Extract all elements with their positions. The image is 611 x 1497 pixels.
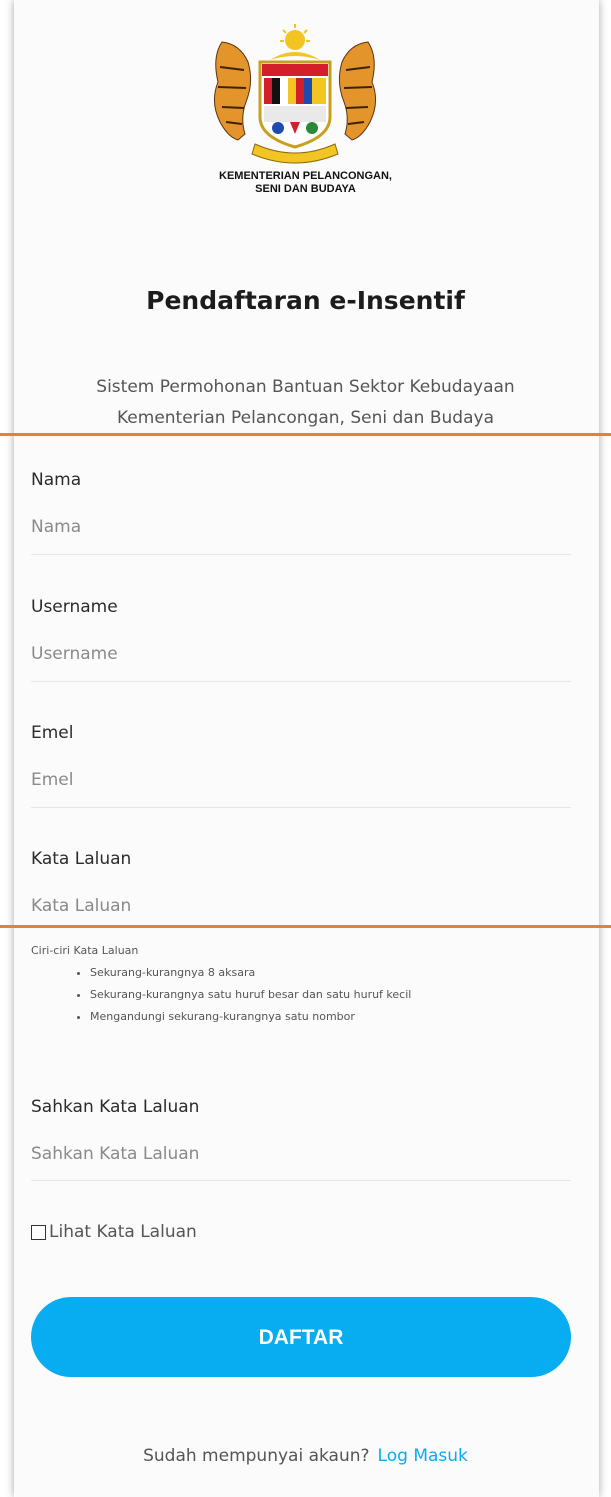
show-password-toggle[interactable]: Lihat Kata Laluan — [31, 1222, 197, 1242]
registration-card — [14, 0, 599, 1497]
page-subtitle: Sistem Permohonan Bantuan Sektor Kebuday… — [0, 372, 611, 434]
nama-underline — [31, 554, 571, 555]
nama-input[interactable] — [31, 510, 571, 544]
ministry-line2: SENI DAN BUDAYA — [255, 183, 356, 195]
password-rules-list: Sekurang-kurangnya 8 aksara Sekurang-kur… — [52, 962, 411, 1028]
highlight-line-bottom — [0, 925, 611, 928]
highlight-line-top — [0, 433, 611, 436]
sahkan-input[interactable] — [31, 1137, 571, 1171]
ministry-line1: KEMENTERIAN PELANCONGAN, — [219, 170, 392, 182]
password-rule: Sekurang-kurangnya satu huruf besar dan … — [90, 984, 411, 1006]
login-prompt-text: Sudah mempunyai akaun? — [143, 1446, 370, 1466]
malaysia-coat-of-arms-icon — [200, 22, 390, 167]
daftar-button[interactable]: DAFTAR — [31, 1297, 571, 1377]
nama-label: Nama — [31, 470, 82, 490]
emel-input[interactable] — [31, 763, 571, 797]
subtitle-line1: Sistem Permohonan Bantuan Sektor Kebuday… — [96, 377, 515, 397]
kata-laluan-label: Kata Laluan — [31, 849, 132, 869]
page-title: Pendaftaran e-Insentif — [146, 286, 465, 315]
username-label: Username — [31, 597, 118, 617]
login-prompt: Sudah mempunyai akaun? Log Masuk — [0, 1446, 611, 1466]
show-password-label: Lihat Kata Laluan — [49, 1222, 197, 1242]
ministry-name: KEMENTERIAN PELANCONGAN, SENI DAN BUDAYA — [0, 170, 611, 196]
sahkan-underline — [31, 1180, 571, 1181]
username-input[interactable] — [31, 637, 571, 671]
login-link[interactable]: Log Masuk — [378, 1446, 468, 1466]
emel-underline — [31, 807, 571, 808]
password-rule: Mengandungi sekurang-kurangnya satu nomb… — [90, 1006, 411, 1028]
show-password-checkbox[interactable] — [31, 1224, 46, 1240]
kata-laluan-input[interactable] — [31, 889, 571, 923]
emel-label: Emel — [31, 723, 74, 743]
password-rule: Sekurang-kurangnya 8 aksara — [90, 962, 411, 984]
password-rules-title: Ciri-ciri Kata Laluan — [31, 944, 139, 957]
sahkan-label: Sahkan Kata Laluan — [31, 1097, 200, 1117]
username-underline — [31, 681, 571, 682]
subtitle-line2: Kementerian Pelancongan, Seni dan Budaya — [117, 408, 494, 428]
